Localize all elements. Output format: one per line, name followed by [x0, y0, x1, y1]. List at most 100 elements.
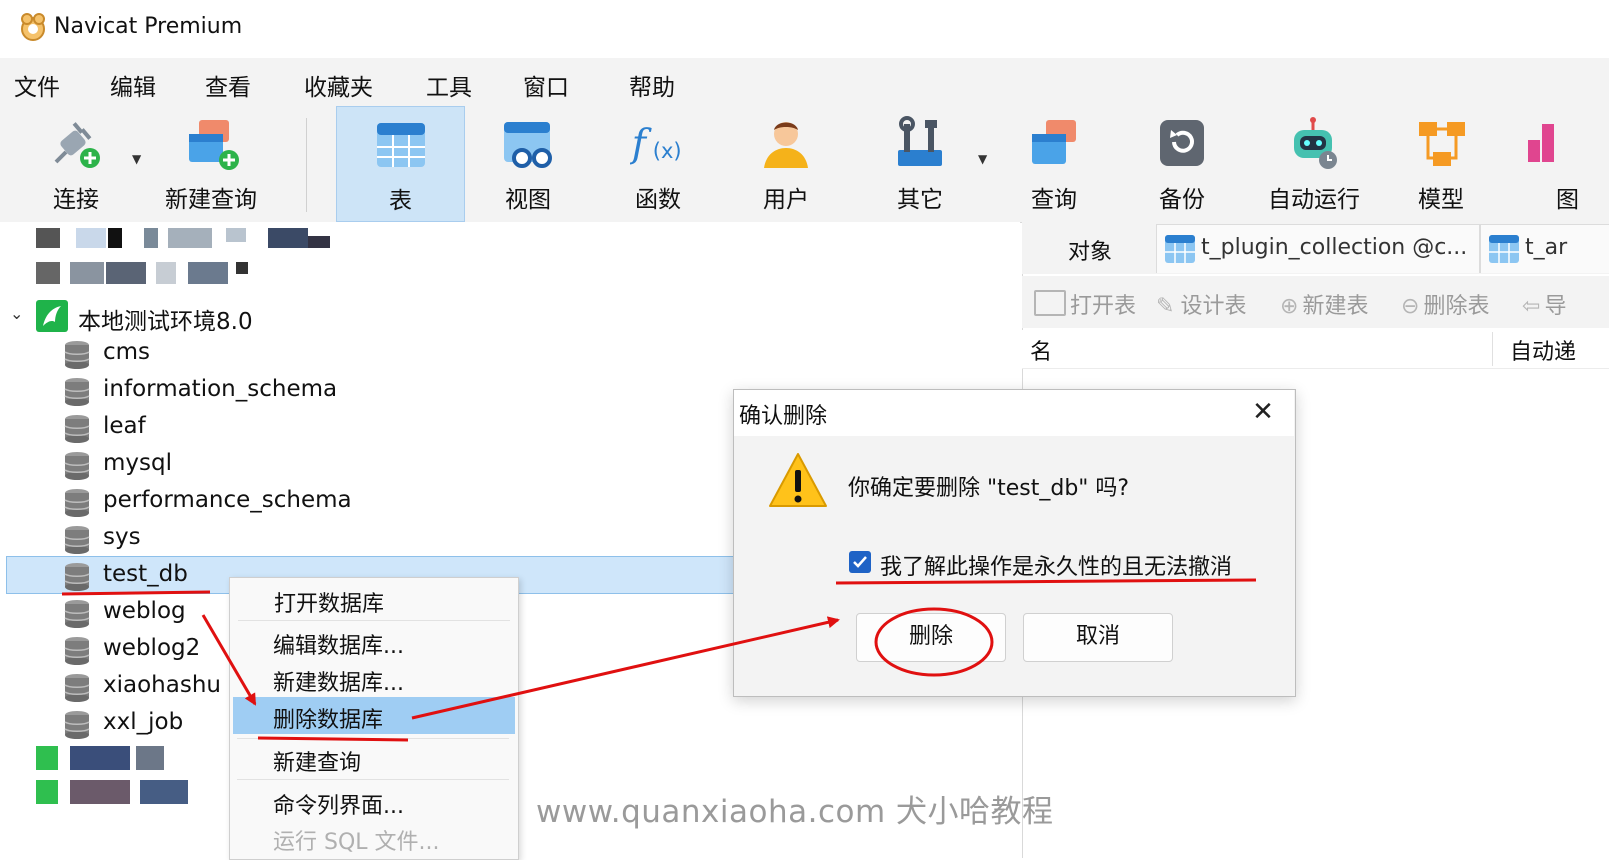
menu-item-open-database[interactable]: 打开数据库: [274, 586, 384, 618]
redacted-connection[interactable]: [36, 780, 196, 804]
delete-table-button[interactable]: ⊖ 删除表: [1401, 288, 1489, 320]
menu-item-delete-database[interactable]: 删除数据库: [273, 702, 383, 734]
tree-item-database[interactable]: xxl_job: [0, 707, 228, 744]
redacted-connection[interactable]: [36, 746, 176, 770]
model-icon: [1419, 122, 1465, 166]
tools-icon: [898, 116, 942, 166]
other-dropdown-icon[interactable]: ▼: [978, 152, 987, 166]
tab-table-plugin-collection[interactable]: t_plugin_collection @c...: [1156, 224, 1480, 273]
backup-icon: [1160, 120, 1204, 166]
new-table-button[interactable]: ⊕ 新建表: [1280, 288, 1368, 320]
database-label: mysql: [103, 450, 172, 476]
tree-item-database[interactable]: xiaohashu: [0, 670, 228, 707]
menu-file[interactable]: 文件: [14, 68, 60, 102]
user-button[interactable]: 用户: [736, 106, 836, 220]
function-button[interactable]: f (x) 函数: [604, 106, 712, 220]
query-icon: [1032, 120, 1076, 164]
query-button[interactable]: 查询: [1006, 106, 1102, 220]
plug-icon: [54, 122, 100, 168]
menu-item-command-line[interactable]: 命令列界面...: [273, 788, 404, 820]
new-query-button[interactable]: 新建查询: [152, 106, 270, 220]
function-fx-icon: f (x): [630, 121, 682, 166]
menu-separator: [237, 738, 509, 739]
tab-objects[interactable]: 对象: [1022, 222, 1154, 274]
menu-item-new-query[interactable]: 新建查询: [273, 745, 361, 777]
backup-button[interactable]: 备份: [1136, 106, 1228, 220]
column-name[interactable]: 名: [1030, 334, 1052, 366]
tree-item-database[interactable]: weblog: [0, 596, 228, 633]
cancel-button[interactable]: 取消: [1023, 613, 1173, 662]
pencil-icon: ✎: [1156, 294, 1175, 319]
menu-favorites[interactable]: 收藏夹: [304, 68, 373, 102]
tree-item-database[interactable]: cms: [0, 337, 1020, 374]
menu-help[interactable]: 帮助: [629, 68, 675, 102]
delete-button[interactable]: 删除: [856, 613, 1006, 662]
collapse-chevron-icon[interactable]: ⌄: [10, 304, 23, 323]
acknowledge-checkbox-label[interactable]: 我了解此操作是永久性的且无法撤消: [880, 549, 1232, 581]
user-label: 用户: [763, 187, 809, 213]
database-label: test_db: [103, 561, 188, 587]
menu-item-run-sql-file[interactable]: 运行 SQL 文件...: [273, 824, 440, 856]
connection-label[interactable]: 本地测试环境8.0: [78, 302, 253, 336]
database-icon: [64, 711, 90, 739]
tab-label: t_plugin_collection @c...: [1201, 235, 1468, 260]
database-label: weblog: [103, 598, 186, 624]
menu-item-edit-database[interactable]: 编辑数据库...: [273, 628, 404, 660]
dialog-title: 确认删除: [739, 404, 828, 429]
database-icon: [64, 637, 90, 665]
database-icon: [64, 526, 90, 554]
minus-circle-icon: ⊖: [1401, 294, 1420, 319]
database-icon: [64, 674, 90, 702]
acknowledge-checkbox[interactable]: [849, 551, 871, 573]
chart-label: 图: [1556, 187, 1579, 213]
tab-table-tar[interactable]: t_ar: [1480, 224, 1609, 273]
column-header: 名 自动递: [1022, 330, 1609, 369]
import-button[interactable]: ⇦ 导: [1522, 288, 1609, 320]
other-label: 其它: [897, 187, 943, 213]
new-table-label: 新建表: [1302, 294, 1369, 319]
column-auto-increment[interactable]: 自动递: [1510, 334, 1576, 366]
view-button[interactable]: 视图: [476, 106, 580, 220]
menu-view[interactable]: 查看: [205, 68, 251, 102]
database-label: weblog2: [103, 635, 201, 661]
design-table-button[interactable]: ✎ 设计表: [1156, 288, 1246, 320]
mysql-connection-icon: [36, 300, 68, 332]
view-icon: [504, 122, 552, 168]
menu-edit[interactable]: 编辑: [110, 68, 156, 102]
connect-dropdown-icon[interactable]: ▼: [132, 152, 141, 166]
redacted-connection[interactable]: [36, 262, 256, 284]
close-icon[interactable]: ✕: [1248, 398, 1278, 428]
menu-window[interactable]: 窗口: [523, 68, 569, 102]
automation-button[interactable]: 自动运行: [1260, 106, 1368, 220]
design-table-label: 设计表: [1180, 294, 1247, 319]
database-icon: [64, 563, 90, 591]
database-icon: [64, 341, 90, 369]
function-label: 函数: [635, 187, 681, 213]
svg-text:f: f: [630, 121, 652, 166]
database-icon: [64, 489, 90, 517]
menu-tools[interactable]: 工具: [426, 68, 472, 102]
database-label: information_schema: [103, 376, 338, 402]
open-table-button[interactable]: 打开表: [1034, 288, 1136, 320]
backup-label: 备份: [1159, 187, 1205, 213]
redacted-connection[interactable]: [36, 228, 336, 250]
chart-button[interactable]: 图: [1522, 106, 1609, 220]
database-icon: [64, 378, 90, 406]
menu-item-new-database[interactable]: 新建数据库...: [273, 665, 404, 697]
other-button[interactable]: 其它: [868, 106, 972, 220]
model-button[interactable]: 模型: [1396, 106, 1486, 220]
table-button[interactable]: 表: [336, 106, 465, 222]
table-icon: [376, 123, 425, 167]
import-label: 导: [1544, 294, 1567, 319]
open-table-label: 打开表: [1070, 294, 1137, 319]
database-label: performance_schema: [103, 487, 352, 513]
new-query-icon: [189, 120, 239, 170]
connect-button[interactable]: 连接: [34, 106, 118, 220]
column-divider[interactable]: [1492, 332, 1493, 366]
database-label: leaf: [103, 413, 146, 439]
new-query-label: 新建查询: [165, 187, 257, 213]
svg-text:(x): (x): [653, 139, 682, 163]
tree-item-database[interactable]: weblog2: [0, 633, 228, 670]
table-label: 表: [389, 188, 412, 214]
delete-table-label: 删除表: [1423, 294, 1490, 319]
